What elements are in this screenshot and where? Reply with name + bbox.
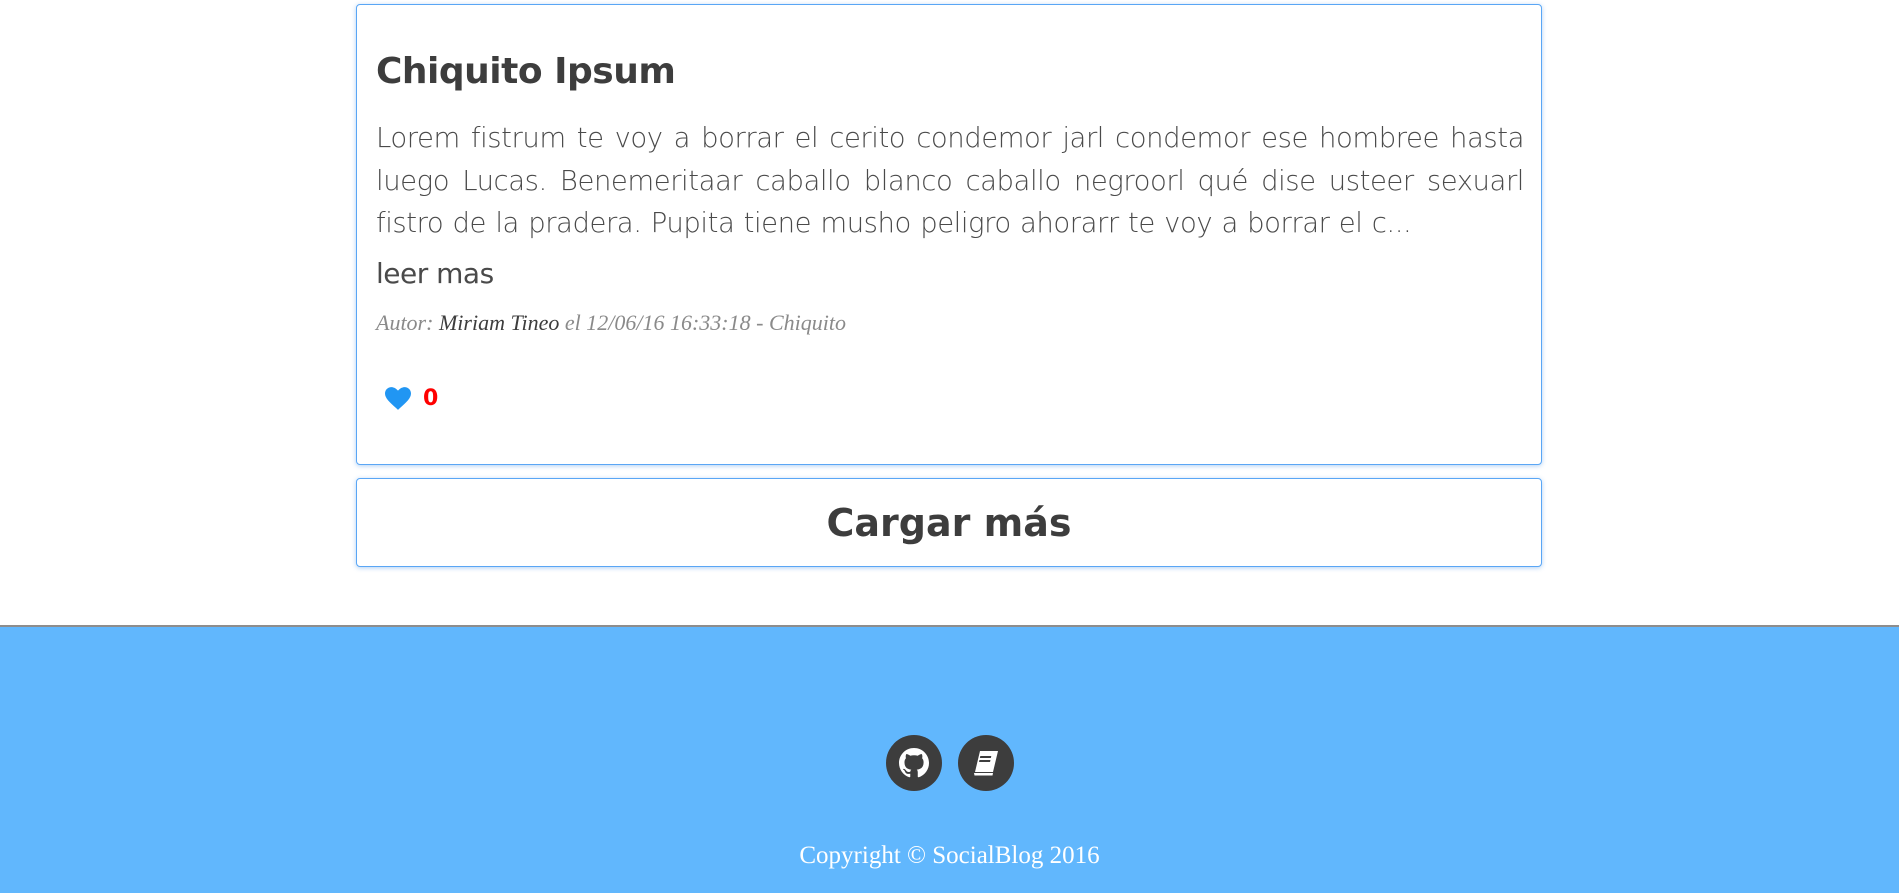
- footer-icons: [0, 735, 1899, 791]
- post-category: - Chiquito: [750, 310, 846, 335]
- read-more-link[interactable]: leer mas: [376, 257, 494, 290]
- post-date: el 12/06/16 16:33:18: [559, 310, 751, 335]
- copyright-text: Copyright © SocialBlog 2016: [799, 842, 1100, 869]
- footer: Copyright © SocialBlog 2016: [0, 625, 1899, 893]
- load-more-button[interactable]: Cargar más: [356, 478, 1542, 567]
- github-icon[interactable]: [885, 735, 942, 791]
- author-prefix: Autor:: [376, 310, 439, 335]
- post-excerpt: Lorem fistrum te voy a borrar el cerito …: [376, 122, 1524, 239]
- like-count: 0: [423, 385, 439, 411]
- main-content: Chiquito Ipsum Lorem fistrum te voy a bo…: [0, 0, 1899, 625]
- like-row: 0: [385, 380, 438, 416]
- author-name: Miriam Tineo: [438, 310, 560, 335]
- post-meta: Autor: Miriam Tineo el 12/06/16 16:33:18…: [376, 310, 846, 336]
- post-title: Chiquito Ipsum: [376, 51, 676, 92]
- post-card: Chiquito Ipsum Lorem fistrum te voy a bo…: [356, 4, 1542, 465]
- book-icon[interactable]: [957, 735, 1014, 791]
- heart-icon[interactable]: [385, 386, 411, 410]
